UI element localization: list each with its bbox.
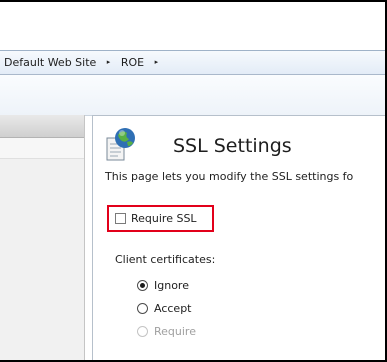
require-ssl-checkbox[interactable] <box>115 213 126 224</box>
breadcrumb-arrow-icon[interactable]: ▸ <box>107 51 111 74</box>
require-ssl-label: Require SSL <box>131 212 197 225</box>
radio-accept-option[interactable]: Accept <box>137 302 192 315</box>
page-title: SSL Settings <box>173 135 292 157</box>
radio-require <box>137 326 148 337</box>
page-description: This page lets you modify the SSL settin… <box>105 170 354 183</box>
window-top-area <box>0 2 385 50</box>
radio-require-option: Require <box>137 325 196 338</box>
breadcrumb-arrow-icon[interactable]: ▸ <box>155 51 159 74</box>
radio-require-label: Require <box>154 325 196 338</box>
require-ssl-option[interactable]: Require SSL <box>115 212 197 225</box>
radio-accept-label: Accept <box>154 302 192 315</box>
radio-ignore[interactable] <box>137 280 148 291</box>
client-certificates-label: Client certificates: <box>115 253 216 266</box>
ssl-settings-icon <box>106 128 135 161</box>
feature-pane: SSL Settings This page lets you modify t… <box>92 115 385 360</box>
radio-ignore-option[interactable]: Ignore <box>137 279 189 292</box>
breadcrumb-default-web-site[interactable]: Default Web Site <box>4 51 96 74</box>
toolbar-area <box>0 75 385 116</box>
radio-ignore-label: Ignore <box>154 279 189 292</box>
connections-pane <box>0 115 85 360</box>
iis-manager-window: Default Web Site ▸ ROE ▸ SSL Settings Th… <box>0 0 387 362</box>
radio-accept[interactable] <box>137 303 148 314</box>
address-bar: Default Web Site ▸ ROE ▸ <box>0 50 385 75</box>
breadcrumb-roe[interactable]: ROE <box>121 51 144 74</box>
connections-pane-header <box>0 115 84 138</box>
connections-pane-row[interactable] <box>0 138 84 159</box>
